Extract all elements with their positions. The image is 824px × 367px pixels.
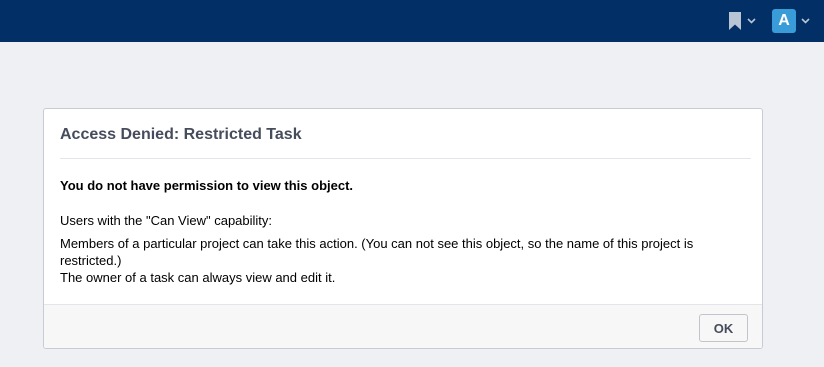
dialog-footer: OK <box>44 304 762 348</box>
chevron-down-icon <box>801 18 810 24</box>
capability-list: Members of a particular project can take… <box>60 235 750 286</box>
capability-item: Members of a particular project can take… <box>60 236 694 268</box>
permission-message: You do not have permission to view this … <box>60 178 354 193</box>
top-navigation-bar: A <box>0 0 824 42</box>
dialog-body: You do not have permission to view this … <box>60 177 750 285</box>
capability-item: The owner of a task can always view and … <box>60 270 336 285</box>
avatar: A <box>772 9 796 33</box>
dialog-header: Access Denied: Restricted Task <box>60 109 751 159</box>
bookmark-icon <box>729 12 741 30</box>
chevron-down-icon <box>747 18 756 24</box>
bookmarks-menu[interactable] <box>728 9 756 33</box>
access-denied-dialog: Access Denied: Restricted Task You do no… <box>43 108 763 349</box>
ok-button[interactable]: OK <box>699 314 748 342</box>
dialog-title: Access Denied: Restricted Task <box>60 126 302 143</box>
capability-heading: Users with the "Can View" capability: <box>60 213 273 228</box>
user-menu[interactable]: A <box>772 9 810 33</box>
